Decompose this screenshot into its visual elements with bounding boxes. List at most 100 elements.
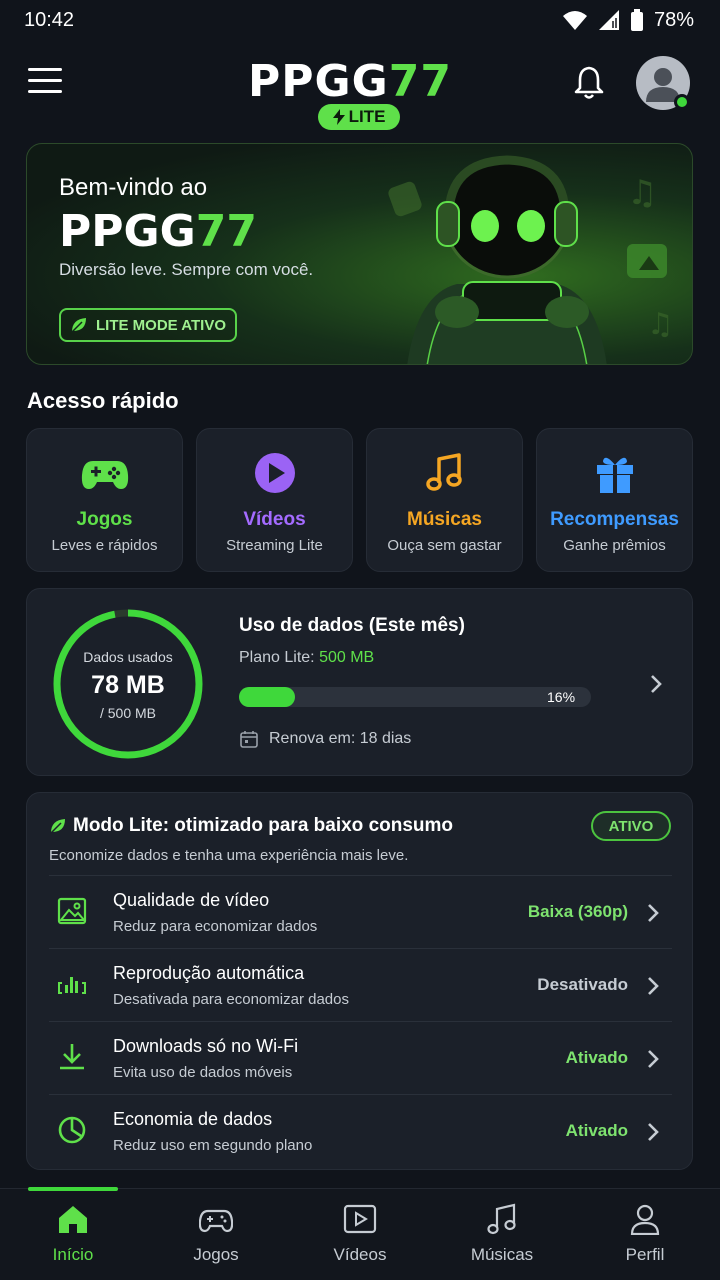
data-used-value: 78 MB <box>91 671 165 699</box>
lite-mode-title: Modo Lite: otimizado para baixo consumo <box>49 815 453 837</box>
bottom-navigation: Início Jogos Vídeos Músicas Perfil <box>0 1187 720 1280</box>
setting-title: Reprodução automática <box>113 963 305 983</box>
chevron-right-icon <box>648 1123 659 1141</box>
quick-card-music[interactable]: Músicas Ouça sem gastar <box>366 428 523 572</box>
setting-row-autoplay[interactable]: Reprodução automática Desativada para ec… <box>49 948 672 1021</box>
user-icon <box>630 1204 660 1235</box>
battery-icon <box>630 9 643 31</box>
data-total-value: / 500 MB <box>99 705 157 721</box>
quick-card-games[interactable]: Jogos Leves e rápidos <box>26 428 183 572</box>
nav-label: Perfil <box>625 1245 665 1264</box>
setting-subtitle: Reduz para economizar dados <box>113 918 318 935</box>
gamepad-icon <box>199 1209 233 1233</box>
lite-mode-description: Economize dados e tenha uma experiência … <box>49 847 409 864</box>
banner-subtitle: Diversão leve. Sempre com você. <box>59 260 314 279</box>
chevron-right-icon <box>648 1050 659 1068</box>
nav-label: Início <box>52 1245 94 1264</box>
svg-text:♫: ♫ <box>647 307 674 342</box>
autoplay-icon <box>58 977 86 994</box>
quick-card-rewards[interactable]: Recompensas Ganhe prêmios <box>536 428 693 572</box>
data-usage-percent: 16% <box>547 689 576 705</box>
menu-icon <box>28 68 62 71</box>
quick-access-title: Acesso rápido <box>27 388 179 413</box>
data-usage-bar-fill <box>239 687 296 707</box>
video-icon <box>343 1204 377 1234</box>
setting-value: Ativado <box>565 1048 628 1067</box>
music-icon <box>487 1203 516 1235</box>
leaf-icon <box>71 318 86 333</box>
image-icon <box>57 897 87 925</box>
setting-value: Baixa (360p) <box>527 902 628 921</box>
gamer-robot-illustration: ♫ ♫ <box>388 155 674 364</box>
music-icon <box>426 453 462 491</box>
nav-home[interactable]: Início <box>18 1203 128 1265</box>
play-icon <box>255 453 295 493</box>
ring-label: Dados usados <box>83 649 173 665</box>
status-icons: 78% <box>562 9 694 32</box>
quick-card-title: Jogos <box>76 509 133 530</box>
data-saver-icon <box>58 1116 86 1144</box>
menu-button[interactable] <box>28 68 62 96</box>
status-time: 10:42 <box>24 8 75 31</box>
lightning-icon <box>332 109 345 125</box>
lite-badge: LITE <box>318 104 400 130</box>
nav-music[interactable]: Músicas <box>447 1203 557 1265</box>
chevron-right-icon <box>648 904 659 922</box>
quick-card-subtitle: Leves e rápidos <box>51 537 158 554</box>
status-bar: 10:42 78% <box>0 0 720 40</box>
quick-card-subtitle: Streaming Lite <box>226 537 323 554</box>
chevron-right-icon <box>648 977 659 995</box>
home-icon <box>59 1206 87 1233</box>
signal-icon <box>598 10 619 30</box>
bell-icon[interactable] <box>570 64 608 102</box>
setting-row-video-quality[interactable]: Qualidade de vídeo Reduz para economizar… <box>49 875 672 948</box>
leaf-icon <box>50 819 65 834</box>
setting-title: Downloads só no Wi-Fi <box>113 1036 299 1056</box>
svg-text:♫: ♫ <box>627 173 657 213</box>
setting-value: Ativado <box>565 1121 628 1140</box>
data-usage-bar <box>239 687 591 707</box>
setting-value: Desativado <box>537 975 628 994</box>
quick-card-title: Vídeos <box>243 509 306 530</box>
data-usage-card[interactable]: Dados usados 78 MB / 500 MB Uso de dados… <box>26 588 693 776</box>
setting-row-data-saver[interactable]: Economia de dados Reduz uso em segundo p… <box>49 1094 672 1167</box>
data-plan: Plano Lite: 500 MB <box>239 649 375 666</box>
data-usage-title: Uso de dados (Este mês) <box>239 615 465 636</box>
active-tab-indicator <box>28 1187 118 1191</box>
nav-videos[interactable]: Vídeos <box>305 1203 415 1265</box>
setting-title: Qualidade de vídeo <box>113 890 270 910</box>
quick-card-subtitle: Ganhe prêmios <box>563 537 666 554</box>
nav-profile[interactable]: Perfil <box>590 1203 700 1265</box>
setting-title: Economia de dados <box>113 1109 273 1129</box>
banner-welcome: Bem-vindo ao <box>59 174 208 201</box>
calendar-icon <box>240 731 258 748</box>
quick-card-subtitle: Ouça sem gastar <box>387 537 502 554</box>
quick-access-grid: Jogos Leves e rápidos Vídeos Streaming L… <box>26 428 694 572</box>
nav-label: Jogos <box>193 1245 239 1264</box>
app-bar: PPGG77 LITE <box>0 48 720 132</box>
quick-card-title: Músicas <box>407 509 482 530</box>
banner-logo: PPGG77 <box>59 206 257 257</box>
chevron-right-icon <box>651 675 662 693</box>
nav-games[interactable]: Jogos <box>161 1203 271 1265</box>
wifi-icon <box>562 11 587 30</box>
online-status-dot <box>674 94 690 110</box>
gift-icon <box>597 457 633 493</box>
setting-row-wifi-downloads[interactable]: Downloads só no Wi-Fi Evita uso de dados… <box>49 1021 672 1094</box>
lite-mode-pill: LITE MODE ATIVO <box>59 308 237 342</box>
gamepad-icon <box>81 461 129 489</box>
setting-subtitle: Reduz uso em segundo plano <box>113 1137 313 1154</box>
lite-mode-card: Modo Lite: otimizado para baixo consumo … <box>26 792 693 1170</box>
setting-subtitle: Evita uso de dados móveis <box>113 1064 293 1081</box>
status-badge: ATIVO <box>591 811 671 841</box>
welcome-banner[interactable]: Bem-vindo ao PPGG77 Diversão leve. Sempr… <box>26 143 693 365</box>
quick-card-title: Recompensas <box>550 509 679 530</box>
setting-subtitle: Desativada para economizar dados <box>113 991 349 1008</box>
download-icon <box>60 1044 84 1070</box>
nav-label: Músicas <box>470 1245 534 1264</box>
quick-card-videos[interactable]: Vídeos Streaming Lite <box>196 428 353 572</box>
nav-label: Vídeos <box>333 1245 387 1264</box>
app-logo: PPGG77 <box>248 56 452 107</box>
battery-level: 78% <box>653 8 694 31</box>
renew-info: Renova em: 18 dias <box>239 729 411 749</box>
